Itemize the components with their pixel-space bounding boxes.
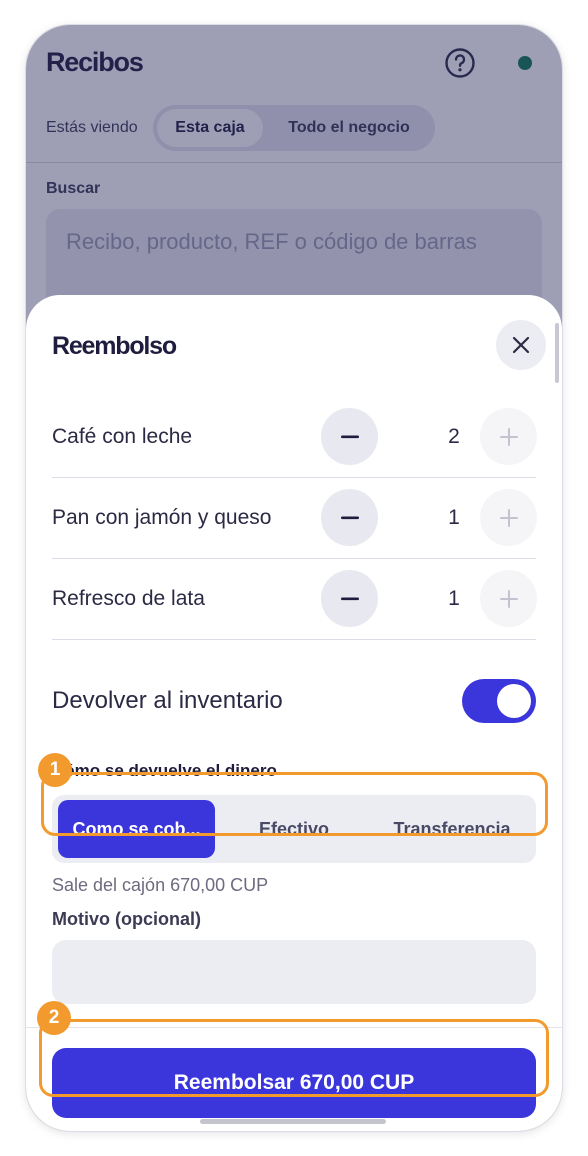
refund-item-row: Pan con jamón y queso 1	[52, 478, 537, 559]
annotation-badge: 2	[37, 1001, 71, 1035]
decrease-quantity-button[interactable]	[321, 489, 378, 546]
refund-item-row: Refresco de lata 1	[52, 559, 537, 640]
increase-quantity-button[interactable]	[480, 570, 537, 627]
close-button[interactable]	[496, 320, 546, 370]
scrollbar[interactable]	[555, 323, 559, 383]
item-name: Café con leche	[52, 425, 193, 448]
decrease-quantity-button[interactable]	[321, 570, 378, 627]
annotation-badge: 1	[38, 753, 72, 787]
refund-item-row: Café con leche 2	[52, 397, 537, 478]
decrease-quantity-button[interactable]	[321, 408, 378, 465]
home-indicator[interactable]	[200, 1119, 386, 1124]
increase-quantity-button[interactable]	[480, 408, 537, 465]
plus-icon	[499, 508, 518, 527]
item-quantity: 2	[448, 425, 460, 448]
return-to-inventory-label: Devolver al inventario	[52, 687, 283, 714]
item-quantity: 1	[448, 506, 460, 529]
highlight-box-refund	[39, 1019, 549, 1097]
increase-quantity-button[interactable]	[480, 489, 537, 546]
reason-input[interactable]	[52, 940, 536, 1004]
item-name: Pan con jamón y queso	[52, 506, 272, 529]
close-icon	[512, 336, 530, 354]
refund-sheet: Reembolso Café con leche 2 Pan con jamón…	[26, 295, 562, 1131]
phone-frame: Recibos Estás viendo Esta caja Todo el n…	[26, 25, 562, 1131]
return-to-inventory-toggle[interactable]	[462, 679, 536, 723]
item-name: Refresco de lata	[52, 587, 205, 610]
minus-icon	[340, 597, 359, 600]
item-quantity: 1	[448, 587, 460, 610]
cash-drawer-info: Sale del cajón 670,00 CUP	[52, 875, 269, 895]
minus-icon	[340, 516, 359, 519]
toggle-knob	[497, 684, 531, 718]
sheet-title: Reembolso	[52, 332, 177, 360]
minus-icon	[340, 435, 359, 438]
plus-icon	[499, 427, 518, 446]
plus-icon	[499, 589, 518, 608]
highlight-box-method	[41, 772, 548, 836]
reason-label: Motivo (opcional)	[52, 909, 201, 929]
